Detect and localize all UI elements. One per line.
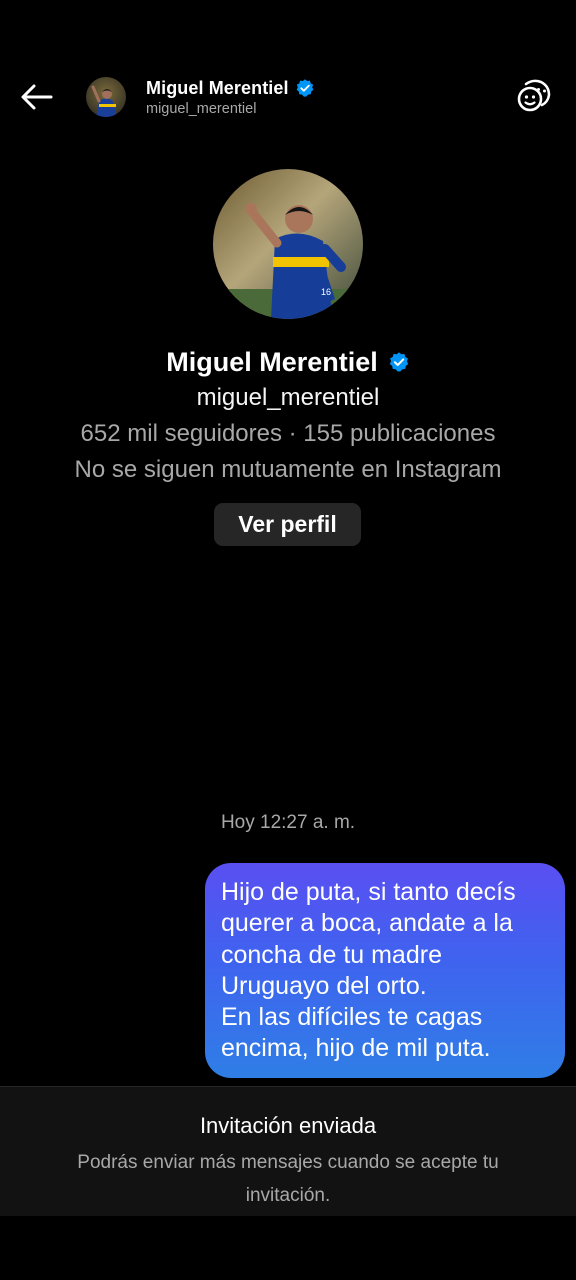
invitation-title: Invitación enviada xyxy=(199,1113,377,1138)
profile-mutual-status: No se siguen mutuamente en Instagram xyxy=(74,456,502,483)
invitation-description: Podrás enviar más mensajes cuando se ace… xyxy=(77,1152,499,1206)
chat-header: Miguel Merentiel miguel_merentiel xyxy=(0,60,576,132)
message-line: En las difíciles te cagas xyxy=(221,1003,483,1032)
profile-username: miguel_merentiel xyxy=(196,384,380,411)
message-line: encima, hijo de mil puta. xyxy=(221,1034,491,1063)
message-line: concha de tu madre xyxy=(221,940,442,969)
invitation-sent-panel: Invitación enviada Podrás enviar más men… xyxy=(0,1086,576,1216)
arrow-left-icon xyxy=(21,84,53,110)
svg-text:16: 16 xyxy=(321,287,331,297)
message-line: Hijo de puta, si tanto decís xyxy=(221,878,516,906)
message-line: querer a boca, andate a la xyxy=(221,909,513,938)
message-line: Uruguayo del orto. xyxy=(221,971,427,1000)
message-timestamp: Hoy 12:27 a. m. xyxy=(220,812,356,833)
header-title-row[interactable]: Miguel Merentiel xyxy=(146,76,315,100)
verified-badge-icon xyxy=(389,352,408,372)
sticker-button[interactable] xyxy=(514,76,554,116)
profile-name: Miguel Merentiel xyxy=(166,346,378,377)
avatar-image xyxy=(86,77,126,117)
profile-avatar[interactable]: 16 xyxy=(213,169,363,319)
view-profile-button[interactable]: Ver perfil xyxy=(214,503,361,546)
sticker-icon xyxy=(517,79,551,112)
profile-photo: 16 xyxy=(213,169,363,319)
header-name: Miguel Merentiel xyxy=(146,77,289,98)
verified-badge-icon xyxy=(296,79,313,97)
back-button[interactable] xyxy=(16,76,58,118)
header-username: miguel_merentiel xyxy=(146,101,257,117)
profile-stats: 652 mil seguidores · 155 publicaciones xyxy=(80,420,496,447)
header-avatar[interactable] xyxy=(86,77,126,117)
sent-message-bubble[interactable]: Hijo de puta, si tanto decís querer a bo… xyxy=(205,863,565,1078)
profile-title-row: Miguel Merentiel xyxy=(0,344,576,380)
